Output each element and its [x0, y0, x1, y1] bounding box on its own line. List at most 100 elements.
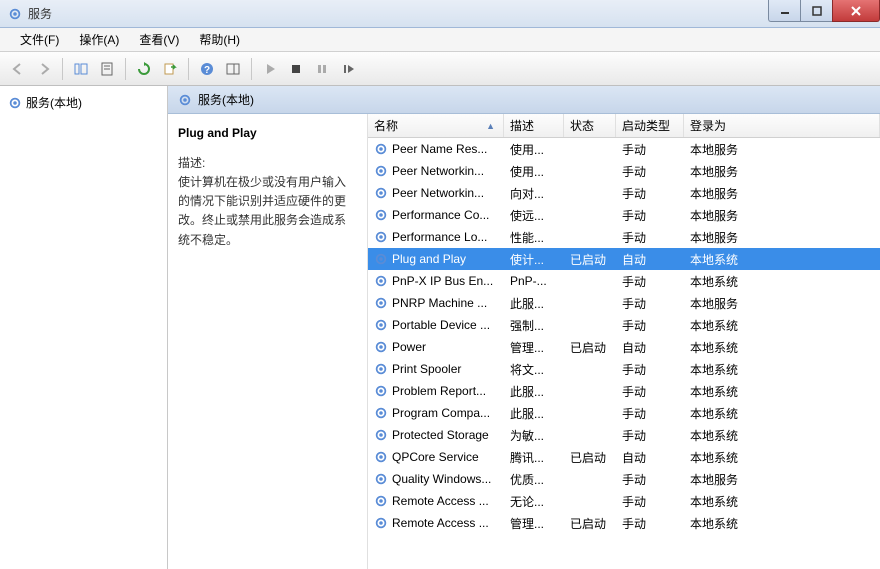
tree-root[interactable]: 服务(本地) — [4, 92, 163, 113]
service-desc: 优质... — [504, 471, 564, 488]
service-desc: 管理... — [504, 339, 564, 356]
gear-icon — [374, 472, 388, 486]
col-status[interactable]: 状态 — [564, 114, 616, 137]
maximize-button[interactable] — [800, 0, 832, 22]
restart-service-button[interactable] — [336, 57, 360, 81]
service-rows[interactable]: Peer Name Res...使用...手动本地服务Peer Networki… — [368, 138, 880, 569]
svg-text:?: ? — [204, 65, 210, 76]
action-pane-button[interactable] — [221, 57, 245, 81]
service-status: 已启动 — [564, 251, 616, 268]
menu-view[interactable]: 查看(V) — [129, 28, 189, 51]
sort-asc-icon: ▲ — [486, 121, 495, 131]
gear-icon — [374, 164, 388, 178]
close-button[interactable] — [832, 0, 880, 22]
service-logon: 本地系统 — [684, 383, 880, 400]
col-desc[interactable]: 描述 — [504, 114, 564, 137]
service-startup: 手动 — [616, 471, 684, 488]
stop-service-button[interactable] — [284, 57, 308, 81]
service-row[interactable]: Peer Networkin...使用...手动本地服务 — [368, 160, 880, 182]
service-row[interactable]: Plug and Play使计...已启动自动本地系统 — [368, 248, 880, 270]
service-name: Peer Name Res... — [392, 142, 487, 156]
gear-icon — [374, 208, 388, 222]
service-row[interactable]: Portable Device ...强制...手动本地系统 — [368, 314, 880, 336]
service-startup: 手动 — [616, 141, 684, 158]
service-row[interactable]: Protected Storage为敏...手动本地系统 — [368, 424, 880, 446]
window-title: 服务 — [28, 5, 52, 22]
gear-icon — [374, 274, 388, 288]
service-row[interactable]: QPCore Service腾讯...已启动自动本地系统 — [368, 446, 880, 468]
help-button[interactable]: ? — [195, 57, 219, 81]
gear-icon — [374, 186, 388, 200]
properties-button[interactable] — [95, 57, 119, 81]
service-startup: 自动 — [616, 251, 684, 268]
service-row[interactable]: Remote Access ...管理...已启动手动本地系统 — [368, 512, 880, 534]
gear-icon — [374, 252, 388, 266]
right-header: 服务(本地) — [168, 86, 880, 114]
service-startup: 手动 — [616, 361, 684, 378]
minimize-button[interactable] — [768, 0, 800, 22]
service-startup: 手动 — [616, 383, 684, 400]
service-startup: 手动 — [616, 317, 684, 334]
col-name[interactable]: 名称▲ — [368, 114, 504, 137]
col-logon[interactable]: 登录为 — [684, 114, 880, 137]
service-desc: 管理... — [504, 515, 564, 532]
menu-file[interactable]: 文件(F) — [10, 28, 69, 51]
service-row[interactable]: Problem Report...此服...手动本地系统 — [368, 380, 880, 402]
service-row[interactable]: PnP-X IP Bus En...PnP-...手动本地系统 — [368, 270, 880, 292]
service-startup: 手动 — [616, 427, 684, 444]
tree-root-label: 服务(本地) — [26, 94, 82, 111]
service-desc: 向对... — [504, 185, 564, 202]
service-desc: 使远... — [504, 207, 564, 224]
service-logon: 本地系统 — [684, 273, 880, 290]
service-row[interactable]: Remote Access ...无论...手动本地系统 — [368, 490, 880, 512]
service-row[interactable]: Quality Windows...优质...手动本地服务 — [368, 468, 880, 490]
service-name: Portable Device ... — [392, 318, 490, 332]
service-row[interactable]: Performance Co...使远...手动本地服务 — [368, 204, 880, 226]
gear-icon — [374, 230, 388, 244]
service-desc: 此服... — [504, 295, 564, 312]
service-logon: 本地系统 — [684, 361, 880, 378]
service-row[interactable]: Peer Networkin...向对...手动本地服务 — [368, 182, 880, 204]
menu-bar: 文件(F) 操作(A) 查看(V) 帮助(H) — [0, 28, 880, 52]
service-logon: 本地服务 — [684, 141, 880, 158]
service-name: PnP-X IP Bus En... — [392, 274, 493, 288]
service-logon: 本地服务 — [684, 229, 880, 246]
service-row[interactable]: Program Compa...此服...手动本地系统 — [368, 402, 880, 424]
service-desc: 无论... — [504, 493, 564, 510]
service-startup: 手动 — [616, 207, 684, 224]
forward-button[interactable] — [32, 57, 56, 81]
title-bar: 服务 — [0, 0, 880, 28]
service-name: Remote Access ... — [392, 516, 489, 530]
gear-icon — [374, 516, 388, 530]
gear-icon — [374, 450, 388, 464]
show-hide-tree-button[interactable] — [69, 57, 93, 81]
service-desc: 为敏... — [504, 427, 564, 444]
service-logon: 本地服务 — [684, 163, 880, 180]
service-startup: 手动 — [616, 273, 684, 290]
refresh-button[interactable] — [132, 57, 156, 81]
service-name: Performance Lo... — [392, 230, 487, 244]
service-row[interactable]: Print Spooler将文...手动本地系统 — [368, 358, 880, 380]
service-row[interactable]: PNRP Machine ...此服...手动本地服务 — [368, 292, 880, 314]
pause-service-button[interactable] — [310, 57, 334, 81]
window-controls — [768, 0, 880, 22]
right-pane: 服务(本地) Plug and Play 描述: 使计算机在极少或没有用户输入的… — [168, 86, 880, 569]
column-headers: 名称▲ 描述 状态 启动类型 登录为 — [368, 114, 880, 138]
service-name: QPCore Service — [392, 450, 479, 464]
service-row[interactable]: Power管理...已启动自动本地系统 — [368, 336, 880, 358]
service-logon: 本地服务 — [684, 471, 880, 488]
service-name: Peer Networkin... — [392, 164, 484, 178]
col-startup[interactable]: 启动类型 — [616, 114, 684, 137]
service-startup: 手动 — [616, 295, 684, 312]
back-button[interactable] — [6, 57, 30, 81]
service-name: Power — [392, 340, 426, 354]
start-service-button[interactable] — [258, 57, 282, 81]
service-logon: 本地系统 — [684, 317, 880, 334]
service-row[interactable]: Performance Lo...性能...手动本地服务 — [368, 226, 880, 248]
menu-action[interactable]: 操作(A) — [69, 28, 129, 51]
menu-help[interactable]: 帮助(H) — [189, 28, 250, 51]
service-name: Problem Report... — [392, 384, 486, 398]
service-row[interactable]: Peer Name Res...使用...手动本地服务 — [368, 138, 880, 160]
export-button[interactable] — [158, 57, 182, 81]
gear-icon — [374, 406, 388, 420]
